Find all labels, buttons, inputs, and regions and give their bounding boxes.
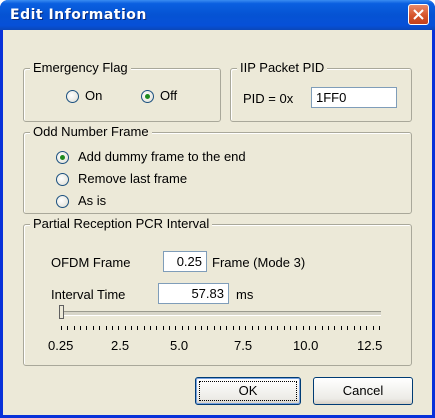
emergency-flag-group: Emergency Flag (23, 60, 221, 122)
emergency-on-label[interactable]: On (85, 88, 102, 103)
window-title: Edit Information (10, 7, 147, 23)
radio-selected-dot (60, 155, 65, 160)
slider-tick (124, 326, 126, 330)
edit-information-dialog: Edit Information Emergency Flag On Off I… (0, 0, 435, 418)
emergency-on-radio[interactable] (66, 90, 79, 103)
remove-last-frame-label[interactable]: Remove last frame (78, 171, 187, 186)
odd-number-frame-legend: Odd Number Frame (30, 124, 152, 139)
slider-tick (156, 326, 158, 330)
remove-last-frame-radio[interactable] (56, 173, 69, 186)
slider-tick (226, 326, 228, 330)
slider-tick (239, 326, 241, 330)
interval-time-input[interactable]: 57.83 (158, 283, 229, 304)
scale-label: 7.5 (234, 338, 253, 353)
ok-button[interactable]: OK (195, 377, 301, 405)
emergency-flag-legend: Emergency Flag (30, 60, 131, 75)
slider-tick (169, 326, 171, 330)
slider-tick (302, 326, 304, 330)
iip-packet-pid-legend: IIP Packet PID (237, 60, 328, 75)
slider-tick (162, 326, 164, 330)
as-is-label[interactable]: As is (78, 193, 106, 208)
slider-tick (118, 326, 120, 330)
slider-tick (251, 326, 253, 330)
slider-tick (130, 326, 132, 330)
pcr-interval-slider-track[interactable] (61, 311, 381, 316)
close-icon (413, 9, 424, 20)
ofdm-frame-input[interactable]: 0.25 (163, 251, 207, 272)
slider-tick (194, 326, 196, 330)
slider-tick (213, 326, 215, 330)
radio-selected-dot (145, 94, 150, 99)
slider-tick (188, 326, 190, 330)
emergency-off-radio[interactable] (141, 90, 154, 103)
slider-tick (99, 326, 101, 330)
focus-rectangle (199, 381, 297, 401)
slider-tick (105, 326, 107, 330)
slider-tick (220, 326, 221, 330)
slider-tick (232, 326, 234, 330)
slider-tick (264, 326, 266, 330)
slider-tick (61, 326, 62, 330)
slider-tick (372, 326, 374, 330)
slider-tick (137, 326, 139, 330)
slider-tick (296, 326, 298, 330)
add-dummy-frame-label[interactable]: Add dummy frame to the end (78, 149, 246, 164)
pcr-interval-slider-thumb[interactable] (59, 305, 64, 319)
slider-tick (283, 326, 285, 330)
slider-tick (86, 326, 88, 330)
interval-time-label: Interval Time (51, 287, 126, 302)
slider-tick (67, 326, 69, 330)
scale-label: 12.5 (357, 338, 383, 353)
slider-tick (321, 326, 323, 330)
slider-tick (340, 326, 342, 330)
slider-tick (359, 326, 361, 330)
slider-tick (315, 326, 317, 330)
slider-tick (289, 326, 291, 330)
slider-tick (277, 326, 279, 330)
slider-tick (181, 326, 183, 330)
slider-tick (366, 326, 368, 330)
ofdm-frame-label: OFDM Frame (51, 255, 131, 270)
slider-tick (347, 326, 349, 330)
ofdm-frame-unit: Frame (Mode 3) (212, 255, 306, 270)
slider-tick (143, 326, 145, 330)
slider-tick (200, 326, 202, 330)
cancel-button[interactable]: Cancel (313, 377, 413, 405)
emergency-off-label[interactable]: Off (160, 88, 177, 103)
pcr-interval-legend: Partial Reception PCR Interval (30, 216, 213, 231)
slider-tick (111, 326, 113, 330)
slider-tick (270, 326, 272, 330)
slider-tick (334, 326, 336, 330)
slider-tick (175, 326, 177, 330)
pid-input[interactable]: 1FF0 (311, 87, 397, 108)
as-is-radio[interactable] (56, 195, 69, 208)
scale-label: 2.5 (111, 338, 130, 353)
slider-tick (353, 326, 355, 330)
close-button[interactable] (408, 4, 429, 25)
pid-prefix-label: PID = 0x (243, 91, 294, 106)
scale-label: 10.0 (293, 338, 319, 353)
slider-tick (328, 326, 330, 330)
slider-tick (258, 326, 260, 330)
scale-label: 0.25 (48, 338, 74, 353)
slider-tick (92, 326, 94, 330)
slider-tick (207, 326, 209, 330)
slider-tick (309, 326, 311, 330)
add-dummy-frame-radio[interactable] (56, 151, 69, 164)
slider-tick (245, 326, 247, 330)
slider-tick (379, 326, 380, 330)
slider-tick (150, 326, 152, 330)
slider-tick (80, 326, 82, 330)
cancel-button-label: Cancel (342, 383, 384, 398)
slider-tick (73, 326, 75, 330)
interval-time-unit: ms (236, 287, 254, 302)
title-bar[interactable]: Edit Information (0, 0, 435, 30)
scale-label: 5.0 (170, 338, 189, 353)
